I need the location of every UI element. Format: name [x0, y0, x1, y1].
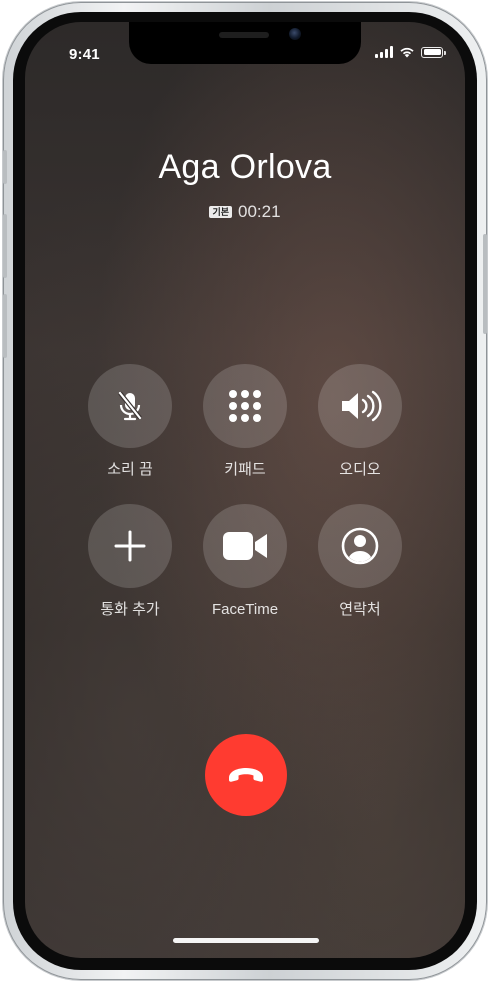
muted-microphone-icon — [118, 391, 142, 421]
speaker-icon — [342, 390, 382, 422]
volume-down-button — [3, 294, 7, 358]
call-status: 기본 00:21 — [25, 202, 465, 222]
phone-screen: 9:41 Aga Orlova 기본 00:21 소리 끔 키패드 오디오 통화… — [25, 22, 465, 958]
video-camera-icon — [223, 532, 267, 560]
call-type-badge: 기본 — [209, 206, 232, 218]
contacts-button[interactable]: 연락처 — [300, 504, 420, 620]
keypad-button[interactable]: 키패드 — [185, 364, 305, 480]
call-duration: 00:21 — [238, 202, 281, 221]
cellular-signal-icon — [375, 46, 393, 58]
audio-label: 오디오 — [339, 461, 381, 478]
mute-circle[interactable] — [88, 364, 172, 448]
iphone-frame: 9:41 Aga Orlova 기본 00:21 소리 끔 키패드 오디오 통화… — [3, 2, 487, 980]
volume-up-button — [3, 214, 7, 278]
home-indicator[interactable] — [173, 938, 319, 943]
side-button — [483, 234, 487, 334]
audio-button[interactable]: 오디오 — [300, 364, 420, 480]
silent-switch — [3, 150, 7, 184]
add-call-label: 통화 추가 — [100, 601, 160, 618]
facetime-label: FaceTime — [211, 601, 279, 618]
keypad-label: 키패드 — [224, 461, 266, 478]
status-time: 9:41 — [69, 46, 100, 63]
earpiece-speaker — [219, 32, 269, 38]
audio-circle[interactable] — [318, 364, 402, 448]
add-call-button[interactable]: 통화 추가 — [70, 504, 190, 620]
keypad-icon — [229, 390, 261, 422]
facetime-button[interactable]: FaceTime — [185, 504, 305, 620]
plus-icon — [114, 530, 146, 562]
contacts-label: 연락처 — [339, 601, 381, 618]
contacts-circle[interactable] — [318, 504, 402, 588]
notch — [129, 22, 361, 64]
end-call-button[interactable] — [205, 734, 287, 816]
contact-name: Aga Orlova — [158, 148, 332, 186]
wifi-icon — [400, 47, 414, 58]
front-camera — [289, 28, 301, 40]
add-call-circle[interactable] — [88, 504, 172, 588]
mute-button[interactable]: 소리 끔 — [70, 364, 190, 480]
status-icons — [375, 46, 446, 58]
phone-hangup-icon — [229, 768, 263, 782]
battery-icon — [421, 46, 446, 58]
keypad-circle[interactable] — [203, 364, 287, 448]
mute-label: 소리 끔 — [107, 461, 153, 478]
contact-icon — [341, 527, 379, 565]
facetime-circle[interactable] — [203, 504, 287, 588]
